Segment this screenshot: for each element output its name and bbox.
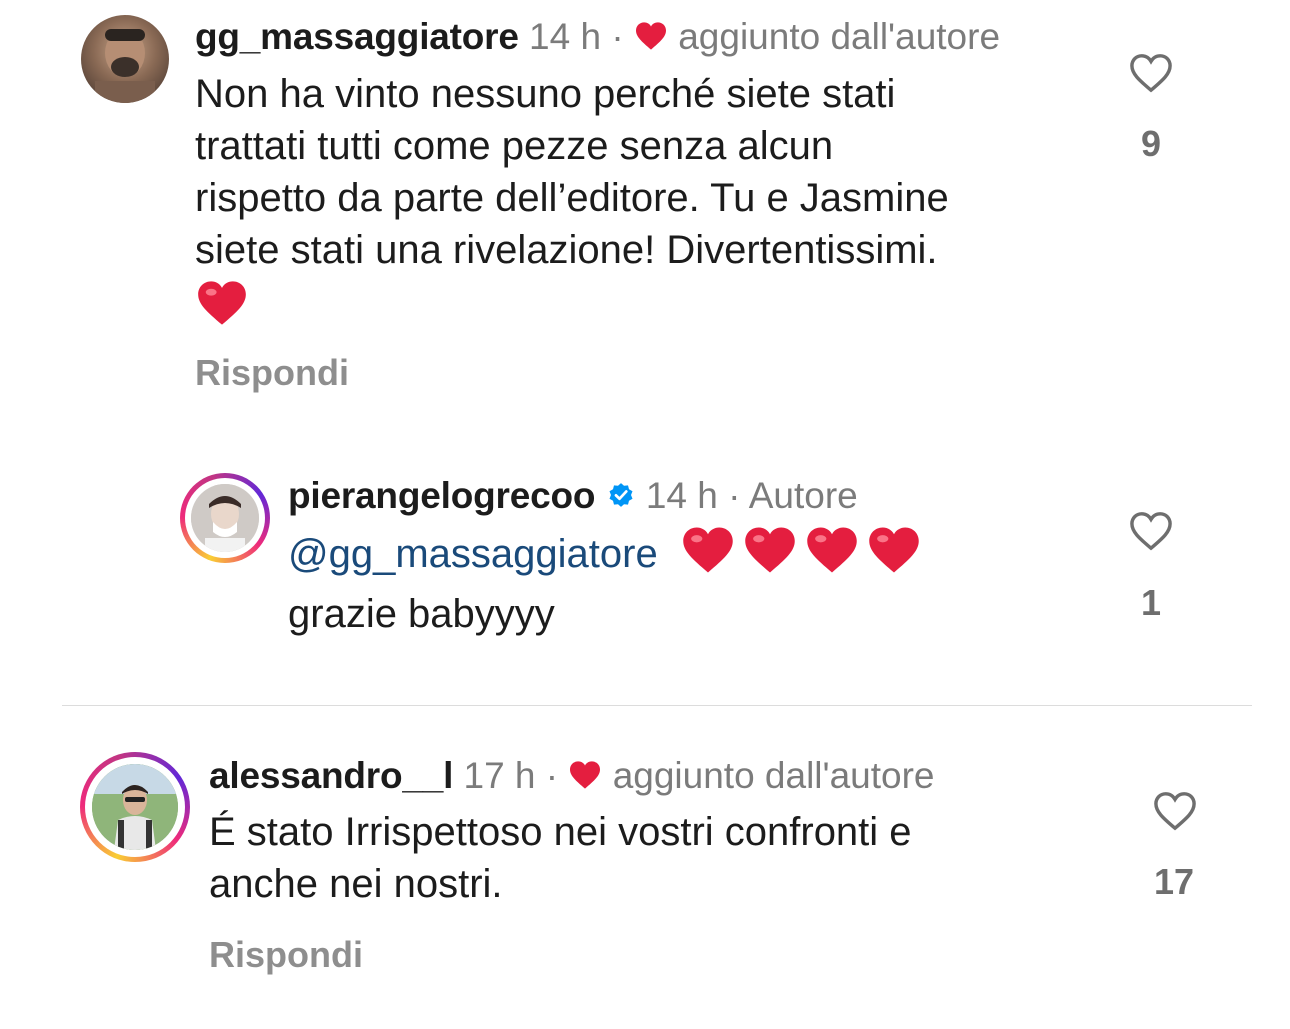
like-heart-icon[interactable]	[1128, 510, 1174, 557]
comment-line: siete stati una rivelazione! Divertentis…	[195, 228, 938, 272]
comment-3-meta: alessandro__l 17 h · aggiunto dall'autor…	[209, 757, 935, 796]
author-label: Autore	[748, 475, 858, 516]
comment-1-text: Non ha vinto nessuno perché siete stati …	[195, 68, 1095, 276]
like-heart-icon[interactable]	[1152, 790, 1198, 837]
avatar-alessandro[interactable]	[92, 764, 178, 850]
comment-2-text: @gg_massaggiatore grazie babyyyy	[288, 525, 1048, 640]
timestamp: 17 h	[463, 755, 536, 796]
like-count: 17	[1153, 861, 1195, 902]
avatar-gg-massaggiatore[interactable]	[81, 15, 169, 103]
meta-separator: ·	[611, 16, 624, 57]
like-heart-icon[interactable]	[1128, 52, 1174, 99]
avatar-image	[95, 29, 155, 103]
comment-line-1: @gg_massaggiatore	[288, 525, 1048, 588]
liked-by-author-icon	[634, 20, 668, 57]
username[interactable]: gg_massaggiatore	[195, 16, 519, 57]
author-added-badge: aggiunto dall'autore	[612, 755, 935, 796]
divider	[62, 705, 1252, 706]
comment-3-text: É stato Irrispettoso nei vostri confront…	[209, 806, 1109, 910]
red-heart-emoji	[743, 525, 797, 588]
author-added-badge: aggiunto dall'autore	[678, 16, 1001, 57]
reply-button[interactable]: Rispondi	[195, 352, 349, 394]
liked-by-author-icon	[568, 759, 602, 796]
meta-separator: ·	[728, 475, 741, 516]
comment-line: trattati tutti come pezze senza alcun	[195, 124, 834, 168]
reply-button[interactable]: Rispondi	[209, 934, 363, 976]
red-heart-emoji	[196, 279, 248, 332]
red-heart-emoji	[681, 525, 735, 588]
red-heart-emoji	[867, 525, 921, 588]
comment-line: anche nei nostri.	[209, 862, 503, 906]
red-heart-emoji	[805, 525, 859, 588]
heart-emoji-row	[669, 527, 921, 576]
comment-1-meta: gg_massaggiatore 14 h · aggiunto dall'au…	[195, 18, 1000, 57]
comment-line: rispetto da parte dell’editore. Tu e Jas…	[195, 176, 949, 220]
avatar-pierangelogrecoo[interactable]	[191, 484, 259, 552]
timestamp: 14 h	[529, 16, 602, 57]
like-count: 1	[1140, 582, 1162, 623]
comment-line-2: grazie babyyyy	[288, 592, 555, 636]
comment-line: É stato Irrispettoso nei vostri confront…	[209, 810, 912, 854]
avatar-image	[191, 484, 259, 552]
like-count: 9	[1140, 123, 1162, 164]
timestamp: 14 h	[645, 475, 718, 516]
verified-badge-icon	[606, 479, 636, 516]
username[interactable]: pierangelogrecoo	[288, 475, 595, 516]
comment-line: Non ha vinto nessuno perché siete stati	[195, 72, 896, 116]
mention-link[interactable]: @gg_massaggiatore	[288, 532, 658, 576]
meta-separator: ·	[545, 755, 559, 796]
username[interactable]: alessandro__l	[209, 755, 453, 796]
comment-2-meta: pierangelogrecoo 14 h · Autore	[288, 477, 858, 516]
avatar-image	[92, 764, 178, 850]
